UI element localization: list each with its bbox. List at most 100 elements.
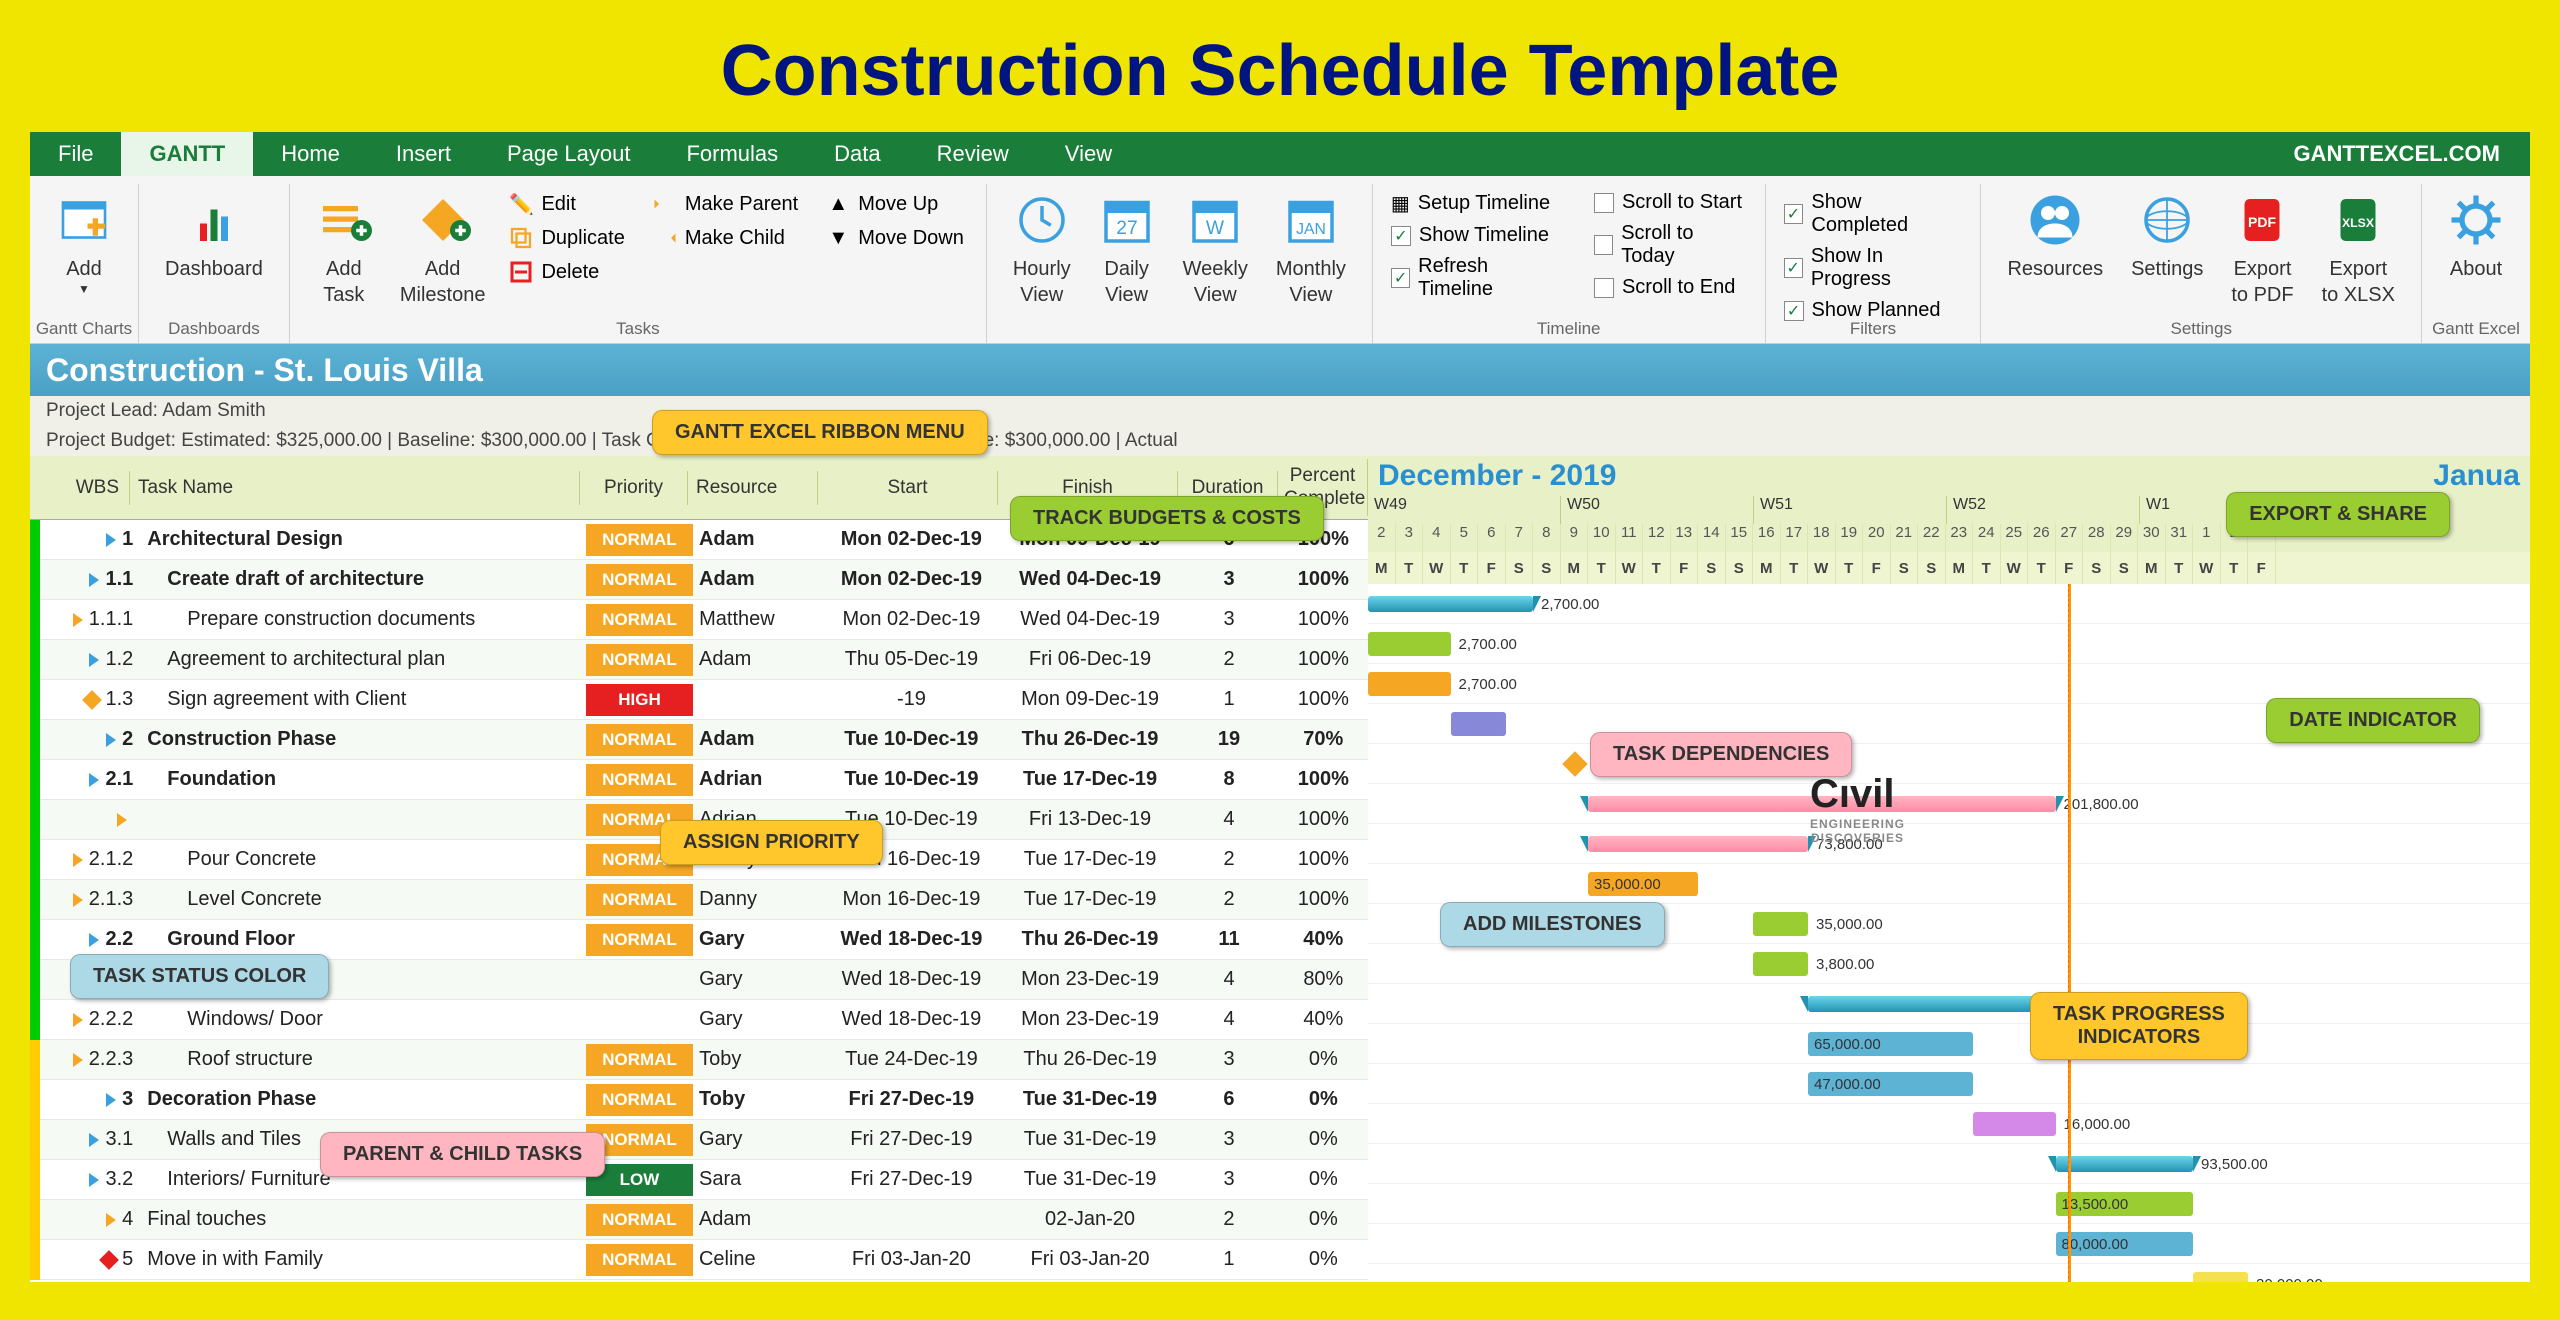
expand-icon[interactable] xyxy=(89,1173,99,1187)
export-pdf-button[interactable]: PDFExport to PDF xyxy=(2217,188,2307,312)
wbs-cell[interactable]: 2 xyxy=(40,728,139,751)
wbs-cell[interactable]: 3.1 xyxy=(40,1128,139,1151)
finish-cell[interactable]: Tue 31-Dec-19 xyxy=(1001,1128,1180,1151)
res-cell[interactable]: Gary xyxy=(693,928,822,951)
finish-cell[interactable]: Tue 17-Dec-19 xyxy=(1001,768,1180,791)
task-row[interactable]: 1.1Create draft of architectureNORMALAda… xyxy=(30,560,1368,600)
move-down-button[interactable]: ▼Move Down xyxy=(816,222,974,254)
wbs-cell[interactable]: 1 xyxy=(40,528,139,551)
task-name-cell[interactable]: Foundation xyxy=(139,768,586,791)
show-timeline-check[interactable]: ✓Show Timeline xyxy=(1385,221,1568,250)
setup-timeline-button[interactable]: ▦Setup Timeline xyxy=(1385,188,1568,219)
expand-icon[interactable] xyxy=(89,573,99,587)
start-cell[interactable]: Fri 03-Jan-20 xyxy=(822,1248,1001,1271)
pct-cell[interactable]: 0% xyxy=(1279,1208,1368,1231)
pct-cell[interactable]: 100% xyxy=(1279,648,1368,671)
expand-icon[interactable] xyxy=(73,613,83,627)
expand-icon[interactable] xyxy=(106,533,116,547)
expand-icon[interactable] xyxy=(89,933,99,947)
dur-cell[interactable]: 2 xyxy=(1179,888,1278,911)
pct-cell[interactable]: 100% xyxy=(1279,768,1368,791)
expand-icon[interactable] xyxy=(73,853,83,867)
finish-cell[interactable]: Wed 04-Dec-19 xyxy=(1001,568,1180,591)
res-cell[interactable]: Adrian xyxy=(693,768,822,791)
expand-icon[interactable] xyxy=(89,653,99,667)
finish-cell[interactable]: Tue 17-Dec-19 xyxy=(1001,848,1180,871)
dur-cell[interactable]: 3 xyxy=(1179,1128,1278,1151)
wbs-cell[interactable]: 3.2 xyxy=(40,1168,139,1191)
ribbon-tab-view[interactable]: View xyxy=(1037,132,1140,176)
ribbon-tab-file[interactable]: File xyxy=(30,132,121,176)
pct-cell[interactable]: 0% xyxy=(1279,1088,1368,1111)
priority-badge[interactable]: NORMAL xyxy=(586,1204,693,1236)
dur-cell[interactable]: 2 xyxy=(1179,848,1278,871)
dur-cell[interactable]: 2 xyxy=(1179,1208,1278,1231)
pct-cell[interactable]: 100% xyxy=(1279,688,1368,711)
finish-cell[interactable]: Mon 09-Dec-19 xyxy=(1001,688,1180,711)
wbs-cell[interactable]: 1.1.1 xyxy=(40,608,139,631)
finish-cell[interactable]: Wed 04-Dec-19 xyxy=(1001,608,1180,631)
gantt-bar[interactable]: 16,000.00 xyxy=(1973,1112,2056,1136)
pct-cell[interactable]: 40% xyxy=(1279,928,1368,951)
start-cell[interactable]: Fri 27-Dec-19 xyxy=(822,1128,1001,1151)
wbs-cell[interactable]: 3 xyxy=(40,1088,139,1111)
hourly-view-button[interactable]: Hourly View xyxy=(999,188,1085,312)
res-cell[interactable]: Toby xyxy=(693,1048,822,1071)
task-row[interactable]: 4Final touchesNORMALAdam02-Jan-2020% xyxy=(30,1200,1368,1240)
finish-cell[interactable]: Tue 31-Dec-19 xyxy=(1001,1168,1180,1191)
expand-icon[interactable] xyxy=(106,1213,116,1227)
pct-cell[interactable]: 100% xyxy=(1279,808,1368,831)
task-name-cell[interactable]: Level Concrete xyxy=(139,888,586,911)
task-name-cell[interactable]: Sign agreement with Client xyxy=(139,688,586,711)
task-row[interactable]: 3.2Interiors/ FurnitureLOWSaraFri 27-Dec… xyxy=(30,1160,1368,1200)
gantt-bar[interactable]: 13,500.00 xyxy=(2056,1192,2194,1216)
pct-cell[interactable]: 40% xyxy=(1279,1008,1368,1031)
dur-cell[interactable]: 19 xyxy=(1179,728,1278,751)
task-name-cell[interactable]: Architectural Design xyxy=(139,528,586,551)
priority-badge[interactable]: NORMAL xyxy=(586,764,693,796)
dur-cell[interactable]: 2 xyxy=(1179,648,1278,671)
res-cell[interactable]: Danny xyxy=(693,888,822,911)
about-button[interactable]: About xyxy=(2434,188,2518,286)
priority-badge[interactable]: NORMAL xyxy=(586,604,693,636)
wbs-cell[interactable]: 4 xyxy=(40,1208,139,1231)
task-row[interactable]: 2.2.3Roof structureNORMALTobyTue 24-Dec-… xyxy=(30,1040,1368,1080)
wbs-cell[interactable]: 1.3 xyxy=(40,688,139,711)
resources-button[interactable]: Resources xyxy=(1993,188,2117,286)
ribbon-tab-formulas[interactable]: Formulas xyxy=(658,132,806,176)
priority-badge[interactable]: NORMAL xyxy=(586,1044,693,1076)
task-name-cell[interactable]: Final touches xyxy=(139,1208,586,1231)
move-up-button[interactable]: ▲Move Up xyxy=(816,188,974,220)
scroll-end-button[interactable]: Scroll to End xyxy=(1588,273,1753,302)
start-cell[interactable]: Wed 18-Dec-19 xyxy=(822,1008,1001,1031)
task-row[interactable]: 1.1.1Prepare construction documentsNORMA… xyxy=(30,600,1368,640)
pct-cell[interactable]: 0% xyxy=(1279,1128,1368,1151)
dur-cell[interactable]: 4 xyxy=(1179,1008,1278,1031)
start-cell[interactable]: Tue 10-Dec-19 xyxy=(822,768,1001,791)
task-row[interactable]: 5Move in with FamilyNORMALCelineFri 03-J… xyxy=(30,1240,1368,1280)
expand-icon[interactable] xyxy=(117,813,127,827)
finish-cell[interactable]: Fri 06-Dec-19 xyxy=(1001,648,1180,671)
res-cell[interactable]: Toby xyxy=(693,1088,822,1111)
finish-cell[interactable]: Thu 26-Dec-19 xyxy=(1001,728,1180,751)
finish-cell[interactable]: Tue 17-Dec-19 xyxy=(1001,888,1180,911)
start-cell[interactable]: Mon 02-Dec-19 xyxy=(822,528,1001,551)
weekly-view-button[interactable]: WWeekly View xyxy=(1169,188,1262,312)
wbs-cell[interactable]: 1.1 xyxy=(40,568,139,591)
site-url[interactable]: GANTTEXCEL.COM xyxy=(2263,132,2530,176)
dur-cell[interactable]: 8 xyxy=(1179,768,1278,791)
expand-icon[interactable] xyxy=(89,773,99,787)
task-row[interactable]: 1.2Agreement to architectural planNORMAL… xyxy=(30,640,1368,680)
priority-badge[interactable]: NORMAL xyxy=(586,644,693,676)
pct-cell[interactable]: 100% xyxy=(1279,888,1368,911)
res-cell[interactable]: Adam xyxy=(693,648,822,671)
finish-cell[interactable]: Thu 26-Dec-19 xyxy=(1001,928,1180,951)
finish-cell[interactable]: Mon 23-Dec-19 xyxy=(1001,968,1180,991)
ribbon-tab-home[interactable]: Home xyxy=(253,132,368,176)
export-xlsx-button[interactable]: XLSXExport to XLSX xyxy=(2308,188,2409,312)
task-row[interactable]: 2Construction PhaseNORMALAdamTue 10-Dec-… xyxy=(30,720,1368,760)
start-cell[interactable]: Wed 18-Dec-19 xyxy=(822,968,1001,991)
add-task-button[interactable]: Add Task xyxy=(302,188,386,312)
expand-icon[interactable] xyxy=(89,1133,99,1147)
dur-cell[interactable]: 1 xyxy=(1179,1248,1278,1271)
